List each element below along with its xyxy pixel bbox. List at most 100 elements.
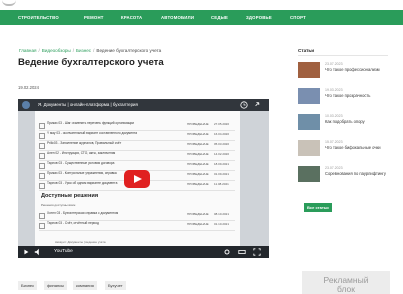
- play-button[interactable]: [124, 170, 150, 188]
- nav-item-repair[interactable]: РЕМОНТ: [84, 10, 104, 25]
- article-link[interactable]: Как подобрать опору: [325, 119, 391, 124]
- article-date: 15.07.2023: [325, 140, 343, 144]
- row-status: ПРОВЕДЕН/НЕ: [187, 162, 209, 166]
- tag-business[interactable]: Бизнес: [18, 281, 38, 290]
- breadcrumb-home[interactable]: Главная: [19, 48, 36, 53]
- play-icon[interactable]: [22, 248, 30, 256]
- list-item: Хотел 03 - Бухгалтерская справка с докум…: [39, 211, 235, 221]
- video-frame-footer: Аккаунт: Документы | ведение учёта: [55, 240, 106, 244]
- tag-company[interactable]: компания: [73, 281, 97, 290]
- nav-item-health[interactable]: ЗДОРОВЬЕ: [246, 10, 272, 25]
- row-status: ПРОВЕДЕН/НЕ: [187, 182, 209, 186]
- section-heading: Доступные решения: [41, 193, 99, 199]
- volume-icon[interactable]: [34, 248, 42, 256]
- tag-accounting[interactable]: Бухучет: [105, 281, 126, 290]
- share-icon[interactable]: [254, 101, 262, 109]
- tag-finance[interactable]: финансы: [44, 281, 68, 290]
- list-item: Тарлов 03 - Счёт, отчётный период ПРОВЕДЕ…: [39, 221, 235, 231]
- nav-item-sport[interactable]: СПОРТ: [290, 10, 306, 25]
- nav-item-grey[interactable]: СЕДЫЕ: [211, 10, 228, 25]
- row-text: Приказ 03 - Шаг: изменить перечень функц…: [47, 121, 135, 125]
- row-status: ПРОВЕДЕН/НЕ: [187, 222, 209, 226]
- row-date: 11.08.2021: [214, 182, 229, 186]
- publish-date: 19.02.2024: [18, 85, 39, 90]
- article-date: 19.03.2023: [325, 88, 343, 92]
- channel-avatar[interactable]: [22, 101, 30, 109]
- row-text: Тарлов 03 - Существенные условия договор…: [47, 161, 115, 165]
- checkbox: [39, 183, 45, 189]
- settings-icon[interactable]: [223, 248, 231, 256]
- checkbox: [39, 133, 45, 139]
- youtube-logo[interactable]: YouTube: [54, 249, 73, 254]
- row-date: 01.10.2021: [214, 222, 230, 226]
- row-date: 05.03.2020: [214, 142, 230, 146]
- list-item: Ален 02 - Инструкция, СТО, акты, заключе…: [39, 151, 235, 161]
- row-date: 16.04.2020: [214, 132, 230, 136]
- section-note: Решения доступны всем: [41, 203, 76, 207]
- row-date: 14.02.2020: [214, 152, 230, 156]
- article-thumbnail[interactable]: [298, 88, 320, 104]
- row-text: Хотел 03 - Бухгалтерская справка с докум…: [47, 211, 119, 215]
- video-top-bar: Я. Документы | онлайн-платформа | бухгал…: [18, 99, 269, 111]
- theater-icon[interactable]: [238, 248, 246, 256]
- article-thumbnail[interactable]: [298, 166, 320, 182]
- article-date: 10.03.2023: [325, 114, 343, 118]
- nav-item-beauty[interactable]: КРАСОТА: [121, 10, 142, 25]
- row-date: 18.09.2021: [214, 162, 230, 166]
- sidebar-article[interactable]: 15.07.2023 Что такое бифокальные очки: [298, 140, 394, 166]
- article-date: 23.07.2023: [325, 166, 343, 170]
- nav-item-cars[interactable]: АВТОМОБИЛИ: [161, 10, 194, 25]
- breadcrumb: Главная / Видеообзоры / Бизнес / Ведение бухга…: [19, 48, 161, 53]
- ad-line-2: блок: [337, 284, 355, 294]
- fullscreen-icon[interactable]: [253, 248, 261, 256]
- row-status: ПРОВЕДЕН/НЕ: [187, 142, 209, 146]
- row-text: Y мау 03 - окончательный вариант составл…: [47, 131, 138, 135]
- row-status: ПРОВЕДЕН/НЕ: [187, 132, 209, 136]
- ad-text: Рекламный блок: [302, 276, 390, 294]
- row-text: Тарлов 03 - Счёт, отчётный период: [47, 221, 99, 225]
- checkbox: [39, 153, 45, 159]
- row-date: 27.05.2020: [214, 122, 230, 126]
- article-thumbnail[interactable]: [298, 114, 320, 130]
- breadcrumb-current: Ведение бухгалтерского учета: [96, 48, 162, 53]
- sidebar-divider: [298, 55, 388, 56]
- list-item: Y мау 03 - окончательный вариант составл…: [39, 131, 235, 141]
- video-title[interactable]: Я. Документы | онлайн-платформа | бухгал…: [38, 102, 138, 107]
- list-item: Приказ 03 - Шаг: изменить перечень функц…: [39, 121, 235, 131]
- sidebar-article[interactable]: 19.03.2023 Что такое прозрачность: [298, 88, 394, 114]
- row-text: Prilic03 - Заполнение журналов, Правильн…: [47, 141, 122, 145]
- breadcrumb-business[interactable]: Бизнес: [76, 48, 91, 53]
- article-date: 23.07.2023: [325, 62, 343, 66]
- clock-icon[interactable]: [240, 101, 248, 109]
- row-date: 01.09.2021: [214, 172, 230, 176]
- checkbox: [39, 163, 45, 169]
- row-status: ПРОВЕДЕН/НЕ: [187, 172, 209, 176]
- all-articles-button[interactable]: Все статьи: [304, 203, 332, 212]
- checkbox: [39, 223, 45, 229]
- breadcrumb-separator: /: [93, 48, 95, 53]
- ad-block: Рекламный блок: [302, 271, 390, 294]
- sidebar-article[interactable]: 23.07.2023 Что такое профессионализм: [298, 62, 394, 88]
- breadcrumb-separator: /: [38, 48, 40, 53]
- article-thumbnail[interactable]: [298, 62, 320, 78]
- article-link[interactable]: Что такое прозрачность: [325, 93, 391, 98]
- video-player[interactable]: Я. Документы | онлайн-платформа | бухгал…: [18, 99, 269, 258]
- sidebar-title: Статьи: [298, 48, 315, 53]
- row-status: ПРОВЕДЕН/НЕ: [187, 212, 209, 216]
- nav-item-construction[interactable]: СТРОИТЕЛЬСТВО: [18, 10, 59, 25]
- checkbox: [39, 173, 45, 179]
- breadcrumb-videos[interactable]: Видеообзоры: [42, 48, 71, 53]
- row-text: Ален 02 - Инструкция, СТО, акты, заключе…: [47, 151, 116, 155]
- article-link[interactable]: Соревнования по паурлифтингу: [325, 171, 391, 176]
- sidebar-article[interactable]: 23.07.2023 Соревнования по паурлифтингу: [298, 166, 394, 192]
- site-logo[interactable]: [2, 0, 16, 6]
- article-thumbnail[interactable]: [298, 140, 320, 156]
- checkbox: [39, 143, 45, 149]
- article-link[interactable]: Что такое профессионализм: [325, 67, 391, 72]
- sidebar-article[interactable]: 10.03.2023 Как подобрать опору: [298, 114, 394, 140]
- article-link[interactable]: Что такое бифокальные очки: [325, 145, 391, 150]
- list-item: Prilic03 - Заполнение журналов, Правильн…: [39, 141, 235, 151]
- checkbox: [39, 213, 45, 219]
- row-status: ПРОВЕДЕН/НЕ: [187, 152, 209, 156]
- checkbox: [39, 123, 45, 129]
